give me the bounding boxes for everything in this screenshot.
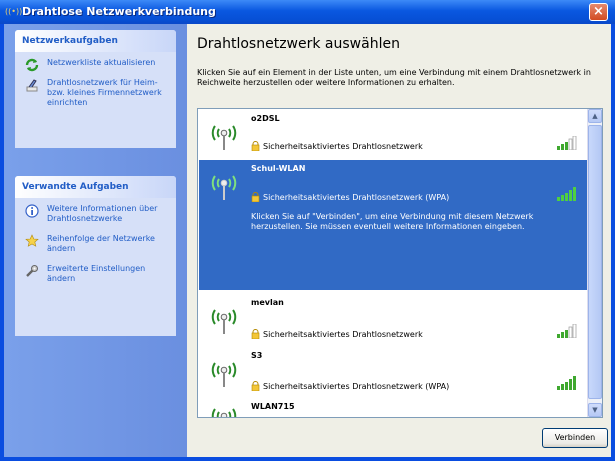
- window: ((•)) Drahtlose Netzwerkverbindung × Net…: [0, 0, 615, 461]
- instructions-text: Klicken Sie auf ein Element in der Liste…: [197, 68, 591, 87]
- title-bar[interactable]: ((•)) Drahtlose Netzwerkverbindung ×: [0, 0, 615, 24]
- network-name: WLAN715: [251, 402, 295, 411]
- wireless-antenna-icon: [211, 362, 237, 387]
- security-text: Sicherheitsaktiviertes Drahtlosnetzwerk …: [263, 193, 450, 202]
- main-content: Drahtlosnetzwerk auswählen Klicken Sie a…: [187, 24, 611, 457]
- refresh-network-list-label: Netzwerkliste aktualisieren: [47, 58, 156, 67]
- connect-button[interactable]: Verbinden: [542, 428, 608, 448]
- network-tasks-panel: Netzwerkaufgaben Netzwerkliste aktualisi…: [15, 30, 176, 148]
- lock-icon: [251, 381, 260, 391]
- wireless-antenna-icon: [211, 408, 237, 417]
- refresh-icon: [25, 58, 39, 72]
- wireless-antenna-icon: [211, 125, 237, 150]
- related-tasks-header[interactable]: Verwandte Aufgaben: [15, 176, 176, 198]
- network-item-mevlan[interactable]: mevlan Sicherheitsaktiviertes Drahtlosne…: [199, 294, 589, 346]
- network-item-o2dsl[interactable]: o2DSL Sicherheitsaktiviertes Drahtlosnet…: [199, 110, 589, 158]
- lock-icon: [251, 329, 260, 339]
- window-title: Drahtlose Netzwerkverbindung: [22, 5, 216, 18]
- close-button[interactable]: ×: [589, 3, 608, 21]
- refresh-network-list-link[interactable]: Netzwerkliste aktualisieren: [21, 58, 170, 72]
- network-name: S3: [251, 351, 263, 360]
- security-text: Sicherheitsaktiviertes Drahtlosnetzwerk …: [263, 382, 450, 391]
- wireless-icon: ((•)): [5, 7, 23, 16]
- network-list-scrollbar[interactable]: ▲ ▼: [587, 109, 602, 417]
- network-name: mevlan: [251, 298, 284, 307]
- settings-icon: [26, 265, 38, 277]
- related-tasks-panel: Verwandte Aufgaben Weitere Informationen…: [15, 176, 176, 336]
- lock-icon: [251, 141, 260, 151]
- scroll-down-button[interactable]: ▼: [588, 403, 602, 417]
- advanced-settings-link[interactable]: Erweiterte Einstellungen ändern: [21, 264, 170, 284]
- network-name: Schul-WLAN: [251, 164, 306, 173]
- signal-strength-icon: [557, 136, 577, 150]
- setup-wireless-network-label: Drahtlosnetzwerk für Heim- bzw. kleines …: [47, 78, 162, 107]
- more-info-label: Weitere Informationen über Drahtlosnetzw…: [47, 204, 158, 223]
- advanced-settings-label: Erweiterte Einstellungen ändern: [47, 264, 146, 283]
- security-text: Sicherheitsaktiviertes Drahtlosnetzwerk: [263, 330, 423, 339]
- network-item-wlan715[interactable]: WLAN715: [199, 399, 589, 417]
- scroll-up-button[interactable]: ▲: [588, 109, 602, 123]
- change-order-label: Reihenfolge der Netzwerke ändern: [47, 234, 155, 253]
- wizard-icon: [26, 79, 38, 92]
- wireless-antenna-icon: [211, 175, 237, 200]
- setup-wireless-network-link[interactable]: Drahtlosnetzwerk für Heim- bzw. kleines …: [21, 78, 170, 108]
- info-icon: [25, 204, 39, 218]
- signal-strength-icon: [557, 187, 576, 201]
- more-info-link[interactable]: Weitere Informationen über Drahtlosnetzw…: [21, 204, 170, 224]
- signal-strength-icon: [556, 413, 578, 417]
- lock-icon: [251, 192, 260, 202]
- network-item-schul-wlan[interactable]: Schul-WLAN Sicherheitsaktiviertes Drahtl…: [199, 160, 589, 290]
- network-name: o2DSL: [251, 114, 280, 123]
- network-tasks-header[interactable]: Netzwerkaufgaben: [15, 30, 176, 52]
- security-text: Sicherheitsaktiviertes Drahtlosnetzwerk: [263, 142, 423, 151]
- change-order-link[interactable]: Reihenfolge der Netzwerke ändern: [21, 234, 170, 254]
- signal-strength-icon: [557, 324, 577, 338]
- client-area: Netzwerkaufgaben Netzwerkliste aktualisi…: [4, 24, 611, 457]
- network-list[interactable]: o2DSL Sicherheitsaktiviertes Drahtlosnet…: [197, 108, 603, 418]
- network-info-text: Klicken Sie auf "Verbinden", um eine Ver…: [251, 212, 534, 231]
- page-title: Drahtlosnetzwerk auswählen: [197, 36, 400, 52]
- wireless-antenna-icon: [211, 309, 237, 334]
- task-pane: Netzwerkaufgaben Netzwerkliste aktualisi…: [4, 24, 187, 457]
- network-item-s3[interactable]: S3 Sicherheitsaktiviertes Drahtlosnetzwe…: [199, 347, 589, 397]
- signal-strength-icon: [557, 376, 576, 390]
- star-icon: [25, 234, 39, 247]
- scroll-thumb[interactable]: [588, 125, 602, 399]
